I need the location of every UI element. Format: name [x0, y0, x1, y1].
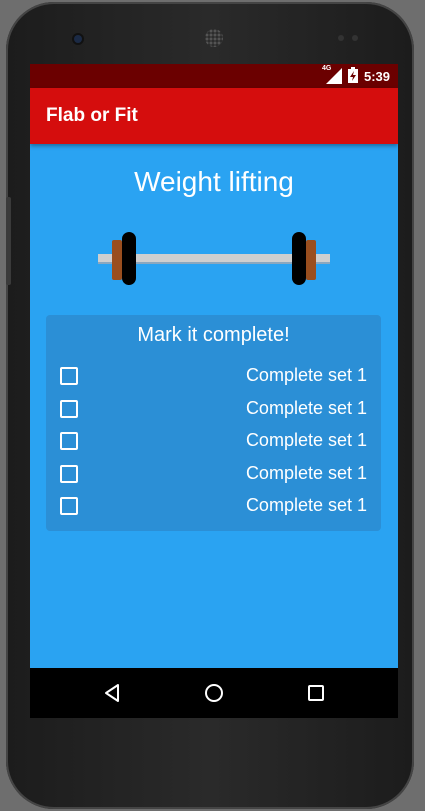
- checklist-title: Mark it complete!: [137, 324, 290, 346]
- device-frame: 4G 5:39 Flab or Fit Weight lifting Mark …: [6, 2, 414, 809]
- network-type: 4G: [321, 65, 332, 72]
- checklist-item[interactable]: Complete set 1: [60, 459, 367, 489]
- front-camera-icon: [74, 35, 82, 43]
- set-checkbox[interactable]: [60, 400, 78, 418]
- checklist-card: Mark it complete! Complete set 1 Complet…: [46, 315, 381, 531]
- set-checkbox[interactable]: [60, 465, 78, 483]
- signal-icon: 4G: [321, 65, 342, 84]
- checklist-item[interactable]: Complete set 1: [60, 394, 367, 424]
- earpiece-speaker: [205, 29, 223, 47]
- page-heading: Weight lifting: [134, 166, 294, 197]
- back-triangle-icon[interactable]: [102, 682, 124, 704]
- checklist-item-label: Complete set 1: [245, 495, 367, 515]
- checklist-item-label: Complete set 1: [245, 365, 367, 385]
- checklist-item-label: Complete set 1: [245, 430, 367, 450]
- set-checkbox[interactable]: [60, 367, 78, 385]
- status-time: 5:39: [363, 68, 390, 84]
- checklist-item[interactable]: Complete set 1: [60, 361, 367, 391]
- checklist-item-label: Complete set 1: [245, 398, 367, 418]
- recents-square-icon[interactable]: [305, 682, 327, 704]
- proximity-sensor: [338, 35, 344, 41]
- battery-icon: [347, 66, 358, 86]
- light-sensor: [352, 35, 358, 41]
- screen: 4G 5:39 Flab or Fit Weight lifting Mark …: [30, 64, 398, 718]
- status-bar: 4G 5:39: [30, 64, 398, 88]
- navigation-bar: [30, 668, 398, 718]
- set-checkbox[interactable]: [60, 432, 78, 450]
- checklist-item-label: Complete set 1: [245, 463, 367, 483]
- set-checkbox[interactable]: [60, 497, 78, 515]
- barbell-icon: [98, 232, 330, 285]
- app-bar: Flab or Fit: [30, 88, 398, 144]
- checklist-item[interactable]: Complete set 1: [60, 491, 367, 521]
- volume-button: [6, 197, 11, 285]
- home-circle-icon[interactable]: [203, 682, 225, 704]
- app-title: Flab or Fit: [46, 105, 138, 126]
- checklist-item[interactable]: Complete set 1: [60, 426, 367, 456]
